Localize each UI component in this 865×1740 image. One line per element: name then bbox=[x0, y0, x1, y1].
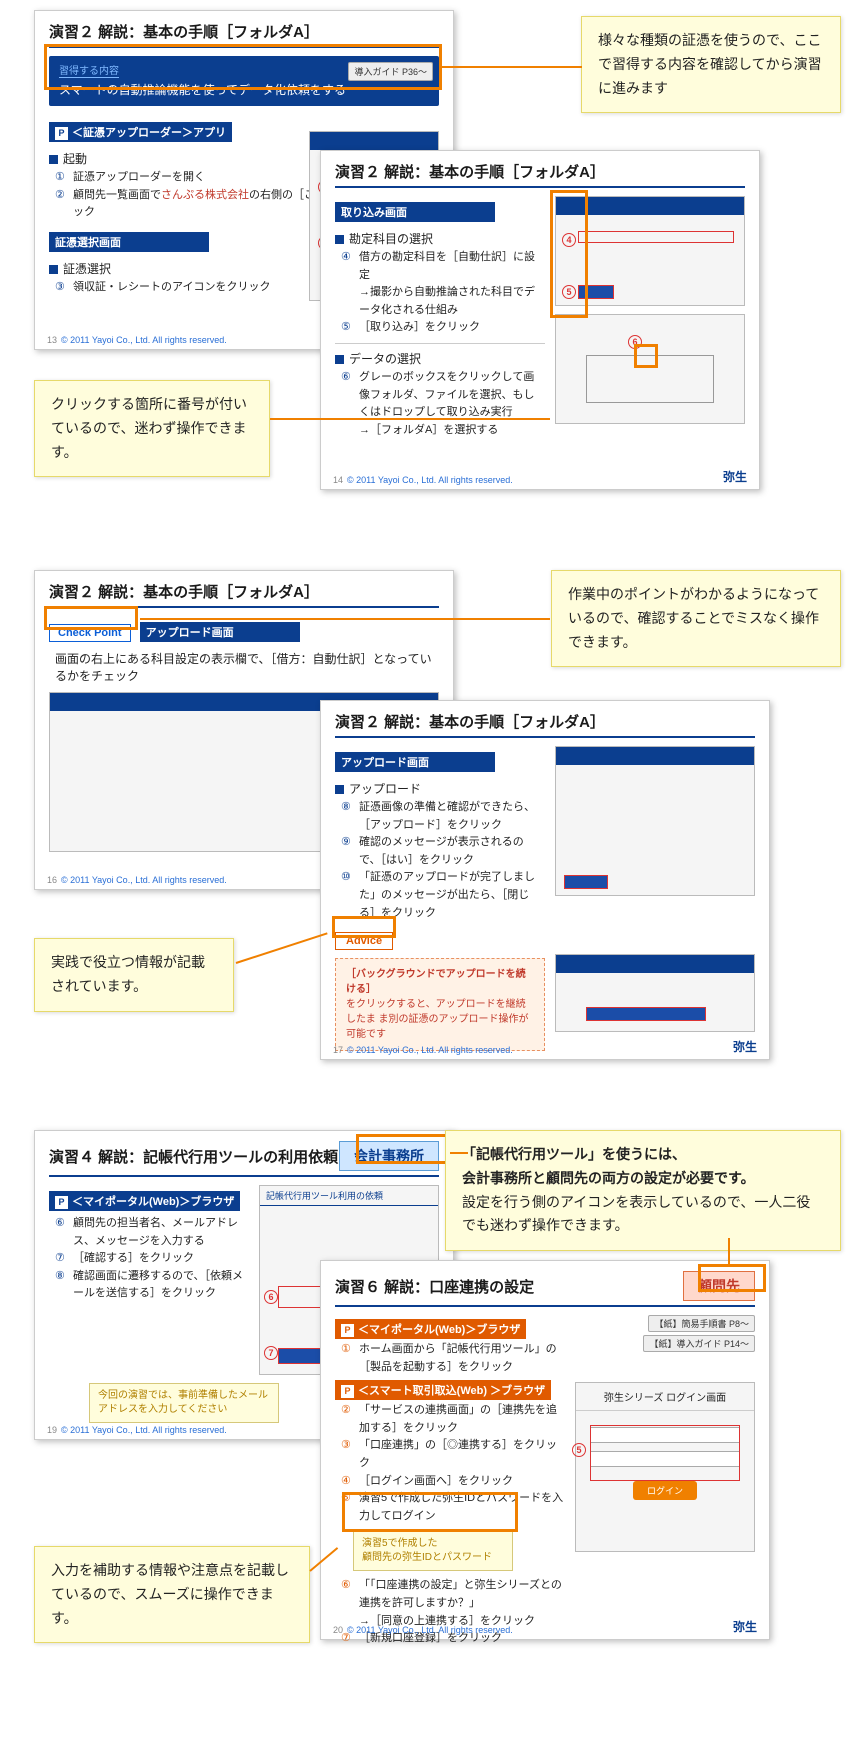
callout-right-3: 「記帳代行用ツール」を使うには、 会計事務所と顧問先の両方の設定が必要です。 設… bbox=[445, 1130, 841, 1251]
login-button[interactable]: ログイン bbox=[633, 1481, 697, 1500]
step-5: ［取り込み］をクリック bbox=[359, 319, 545, 337]
step-b2: 「サービスの連携画面」の［連携先を追加する］をクリック bbox=[359, 1402, 565, 1437]
page-num: 13 bbox=[47, 335, 57, 345]
section-heading-upload: アップロード画面 bbox=[140, 622, 300, 642]
callout-left-2: 実践で役立つ情報が記載されています。 bbox=[34, 938, 234, 1012]
callout-left-1: クリックする箇所に番号が付いているので、迷わず操作できます。 bbox=[34, 380, 270, 477]
highlight-number-6 bbox=[634, 344, 658, 368]
ref-btn-2[interactable]: 【紙】導入ガイド P14～ bbox=[643, 1335, 755, 1352]
step-6: グレーのボックスをクリックして画像フォルダ、ファイルを選択、もしくはドロップして… bbox=[359, 369, 545, 439]
leader-right-1 bbox=[442, 66, 582, 68]
step-10: 「証憑のアップロードが完了しました」のメッセージが出たら、［閉じる］をクリック bbox=[359, 869, 545, 922]
step-num-1: ① bbox=[55, 169, 73, 187]
slide-2b: 演習２ 解説：基本の手順［フォルダA］ アップロード画面 アップロード ⑧証憑画… bbox=[320, 700, 770, 1060]
step-b3: 「口座連携」の［◎連携する］をクリック bbox=[359, 1437, 565, 1472]
callout-right-1: 様々な種類の証憑を使うので、ここで習得する内容を確認してから演習に進みます bbox=[581, 16, 841, 113]
marker-7b: 7 bbox=[264, 1346, 278, 1360]
leader-left-1 bbox=[270, 418, 550, 420]
section-heading-uploader: P＜証憑アップローダー＞アプリ bbox=[49, 122, 232, 142]
screenshot-login: 弥生シリーズ ログイン画面 5 ログイン bbox=[575, 1382, 755, 1552]
note-login: 演習5で作成した 顧問先の弥生IDとパスワード bbox=[353, 1531, 513, 1571]
section-heading-portal: P＜マイポータル(Web)＞ブラウザ bbox=[49, 1191, 240, 1211]
step-9: 確認のメッセージが表示されるので、［はい］をクリック bbox=[359, 834, 545, 869]
slide-title: 演習２ 解説：基本の手順［フォルダA］ bbox=[49, 581, 439, 608]
leader-right-3b bbox=[728, 1238, 730, 1264]
page-num: 20 bbox=[333, 1625, 343, 1635]
slide-title: 演習２ 解説：基本の手順［フォルダA］ bbox=[335, 161, 745, 188]
highlight-numbers bbox=[550, 190, 588, 318]
marker-5b: 5 bbox=[572, 1443, 586, 1457]
section-heading-select: 証憑選択画面 bbox=[49, 232, 209, 252]
section-heading-smart: P＜スマート取引取込(Web) ＞ブラウザ bbox=[335, 1380, 551, 1400]
p-icon: P bbox=[55, 127, 68, 140]
section-heading-import: 取り込み画面 bbox=[335, 202, 495, 222]
check-body: 画面の右上にある科目設定の表示欄で、［借方：自動仕訳］となっているかをチェック bbox=[49, 646, 439, 692]
screenshot-upload-grid bbox=[555, 746, 755, 896]
page-num: 17 bbox=[333, 1045, 343, 1055]
highlight-checkpoint bbox=[44, 606, 138, 630]
section-3: 演習４ 解説：記帳代行用ツールの利用依頼 会計事務所 P＜マイポータル(Web)… bbox=[10, 1130, 855, 1670]
copyright: © 2011 Yayoi Co., Ltd. All rights reserv… bbox=[61, 335, 227, 345]
callout-right-2: 作業中のポイントがわかるようになっているので、確認することでミスなく操作できます… bbox=[551, 570, 841, 667]
note-email: 今回の演習では、事前準備したメールアドレスを入力してください bbox=[89, 1383, 279, 1423]
step-b4: ［ログイン画面へ］をクリック bbox=[359, 1473, 565, 1491]
slide-title: 演習２ 解説：基本の手順［フォルダA］ bbox=[335, 711, 755, 738]
step-num-2: ② bbox=[55, 187, 73, 222]
marker-6b: 6 bbox=[264, 1290, 278, 1304]
leader-left-2 bbox=[236, 932, 328, 964]
highlight-role-office bbox=[356, 1134, 450, 1164]
page-num: 14 bbox=[333, 475, 343, 485]
section-heading-upload2: アップロード画面 bbox=[335, 752, 495, 772]
step-b1: ホーム画面から「記帳代行用ツール」の［製品を起動する］をクリック bbox=[359, 1341, 565, 1376]
section-1: 演習２ 解説：基本の手順［フォルダA］ 導入ガイド P36～ 習得する内容 スマ… bbox=[10, 10, 855, 510]
slide-1b: 演習２ 解説：基本の手順［フォルダA］ 取り込み画面 勘定科目の選択 ④借方の勘… bbox=[320, 150, 760, 490]
item-kamoku: 勘定科目の選択 bbox=[335, 230, 545, 247]
step-8: 証憑画像の準備と確認ができたら、［アップロード］をクリック bbox=[359, 799, 545, 834]
step-8b: 確認画面に遷移するので、［依頼メールを送信する］をクリック bbox=[73, 1268, 249, 1303]
step-4: 借方の勘定科目を［自動仕訳］に設定→撮影から自動推論された科目でデータ化される仕… bbox=[359, 249, 545, 319]
item-data: データの選択 bbox=[335, 350, 545, 367]
leader-right-2 bbox=[140, 618, 550, 620]
section-2: 演習２ 解説：基本の手順［フォルダA］ Check Point アップロード画面… bbox=[10, 570, 855, 1070]
screenshot-import-bottom: 6 bbox=[555, 314, 745, 424]
page-num: 16 bbox=[47, 875, 57, 885]
section-heading-portal2: P＜マイポータル(Web)＞ブラウザ bbox=[335, 1319, 526, 1339]
highlight-banner bbox=[44, 44, 442, 90]
ref-btn-1[interactable]: 【紙】簡易手順書 P8～ bbox=[648, 1315, 755, 1332]
highlight-note-login bbox=[342, 1492, 518, 1532]
callout-left-3: 入力を補助する情報や注意点を記載しているので、スムーズに操作できます。 bbox=[34, 1546, 310, 1643]
login-title: 弥生シリーズ ログイン画面 bbox=[576, 1383, 754, 1411]
step-num-3: ③ bbox=[55, 279, 73, 297]
slide-3b: 演習６ 解説：口座連携の設定 顧問先 P＜マイポータル(Web)＞ブラウザ ①ホ… bbox=[320, 1260, 770, 1640]
page-num: 19 bbox=[47, 1425, 57, 1435]
leader-right-3a bbox=[450, 1152, 468, 1154]
highlight-role-client bbox=[698, 1264, 766, 1292]
item-upload: アップロード bbox=[335, 780, 545, 797]
slide-title: 演習６ 解説：口座連携の設定 顧問先 bbox=[335, 1271, 755, 1307]
highlight-advice bbox=[332, 916, 396, 938]
step-6b: 顧問先の担当者名、メールアドレス、メッセージを入力する bbox=[73, 1215, 249, 1250]
screenshot-advice bbox=[555, 954, 755, 1032]
step-7b: ［確認する］をクリック bbox=[73, 1250, 249, 1268]
portal-title: 記帳代行用ツール利用の依頼 bbox=[260, 1186, 438, 1206]
